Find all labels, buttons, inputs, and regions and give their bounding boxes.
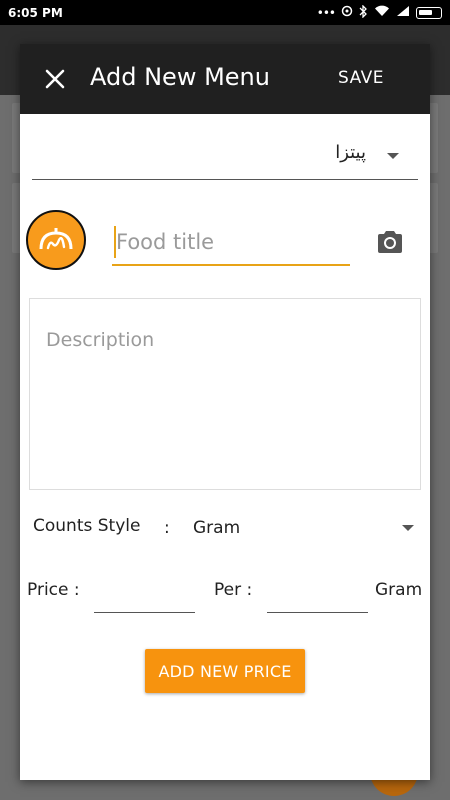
signal-icon: [396, 5, 410, 20]
wifi-icon: [374, 5, 390, 20]
camera-icon[interactable]: [376, 230, 404, 254]
description-input[interactable]: [29, 298, 421, 490]
counts-style-value: Gram: [193, 518, 241, 538]
cloche-icon: [39, 228, 73, 250]
dropdown-arrow-icon: [402, 525, 414, 531]
category-spinner[interactable]: پیتزا: [32, 132, 418, 180]
more-dots-icon: •••: [316, 5, 336, 20]
price-input[interactable]: [94, 574, 195, 613]
battery-icon: [416, 6, 442, 19]
close-icon[interactable]: [42, 66, 68, 92]
category-value: پیتزا: [335, 142, 366, 163]
status-time: 6:05 PM: [8, 5, 63, 20]
status-bar: 6:05 PM •••: [0, 0, 450, 25]
food-title-input[interactable]: [112, 220, 350, 266]
add-menu-dialog: Add New Menu SAVE پیتزا Counts Style : G…: [20, 44, 430, 780]
dialog-header: Add New Menu SAVE: [20, 44, 430, 114]
bluetooth-icon: [359, 3, 368, 21]
restaurant-logo[interactable]: [26, 210, 86, 270]
text-cursor: [114, 226, 116, 258]
counts-style-label: Counts Style: [33, 516, 141, 536]
counts-style-separator: :: [164, 518, 170, 538]
per-input[interactable]: [267, 574, 368, 613]
price-label: Price :: [27, 580, 80, 600]
per-label: Per :: [214, 580, 253, 600]
dialog-title: Add New Menu: [90, 63, 270, 91]
dropdown-arrow-icon: [387, 153, 399, 159]
add-new-price-button[interactable]: ADD NEW PRICE: [145, 649, 305, 693]
sync-icon: [341, 5, 353, 20]
counts-style-spinner[interactable]: Gram: [190, 510, 414, 544]
unit-label: Gram: [375, 580, 423, 600]
status-icons: •••: [316, 3, 442, 21]
save-button[interactable]: SAVE: [338, 67, 384, 89]
